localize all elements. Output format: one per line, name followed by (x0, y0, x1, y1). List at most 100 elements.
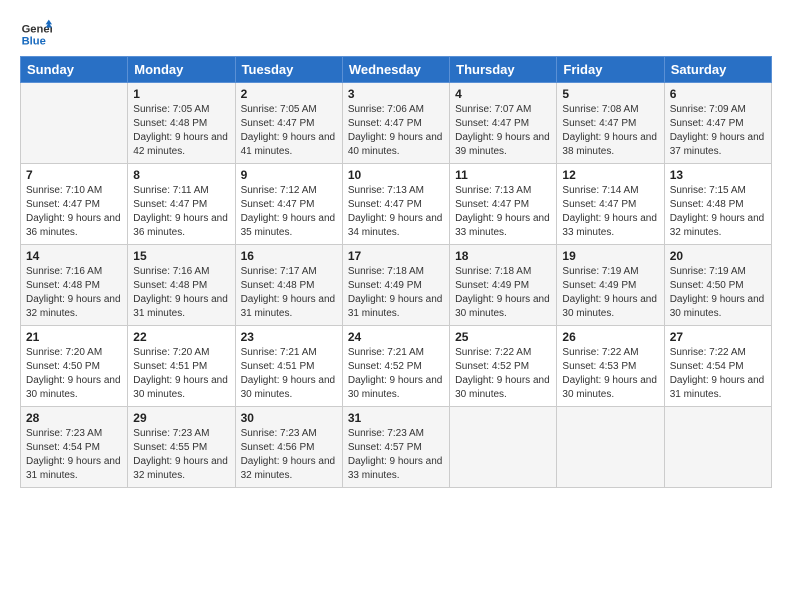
calendar-cell: 16Sunrise: 7:17 AMSunset: 4:48 PMDayligh… (235, 245, 342, 326)
cell-info: Sunrise: 7:23 AMSunset: 4:54 PMDaylight:… (26, 427, 122, 483)
header-day-thursday: Thursday (450, 57, 557, 83)
day-number: 16 (241, 249, 337, 263)
calendar-cell: 20Sunrise: 7:19 AMSunset: 4:50 PMDayligh… (664, 245, 771, 326)
calendar-cell: 13 Sunrise: 7:15 AMSunset: 4:48 PMDayligh… (664, 164, 771, 245)
logo: General Blue (20, 18, 56, 50)
day-number: 31 (348, 411, 444, 425)
calendar-cell (450, 407, 557, 488)
cell-info: Sunrise: 7:21 AMSunset: 4:51 PMDaylight:… (241, 346, 337, 402)
calendar-cell: 12 Sunrise: 7:14 AMSunset: 4:47 PMDayligh… (557, 164, 664, 245)
calendar-cell: 15 Sunrise: 7:16 AMSunset: 4:48 PMDayligh… (128, 245, 235, 326)
cell-info: Sunrise: 7:12 AMSunset: 4:47 PMDaylight:… (241, 184, 337, 240)
calendar-cell (664, 407, 771, 488)
calendar-cell: 10 Sunrise: 7:13 AMSunset: 4:47 PMDayligh… (342, 164, 449, 245)
cell-info: Sunrise: 7:21 AMSunset: 4:52 PMDaylight:… (348, 346, 444, 402)
calendar-cell: 18 Sunrise: 7:18 AMSunset: 4:49 PMDayligh… (450, 245, 557, 326)
day-number: 12 (562, 168, 658, 182)
cell-info: Sunrise: 7:16 AMSunset: 4:48 PMDaylight:… (133, 265, 229, 321)
cell-info: Sunrise: 7:11 AMSunset: 4:47 PMDaylight:… (133, 184, 229, 240)
calendar-cell: 2 Sunrise: 7:05 AMSunset: 4:47 PMDaylight… (235, 83, 342, 164)
cell-info: Sunrise: 7:16 AMSunset: 4:48 PMDaylight:… (26, 265, 122, 321)
header-day-wednesday: Wednesday (342, 57, 449, 83)
week-row-1: 7 Sunrise: 7:10 AMSunset: 4:47 PMDaylight… (21, 164, 772, 245)
calendar-cell: 8 Sunrise: 7:11 AMSunset: 4:47 PMDaylight… (128, 164, 235, 245)
calendar-body: 1Sunrise: 7:05 AMSunset: 4:48 PMDaylight… (21, 83, 772, 488)
day-number: 30 (241, 411, 337, 425)
cell-info: Sunrise: 7:10 AMSunset: 4:47 PMDaylight:… (26, 184, 122, 240)
day-number: 1 (133, 87, 229, 101)
header-day-saturday: Saturday (664, 57, 771, 83)
day-number: 6 (670, 87, 766, 101)
day-number: 17 (348, 249, 444, 263)
day-number: 7 (26, 168, 122, 182)
day-number: 13 (670, 168, 766, 182)
day-number: 2 (241, 87, 337, 101)
calendar-cell: 5 Sunrise: 7:08 AMSunset: 4:47 PMDaylight… (557, 83, 664, 164)
calendar-cell: 21 Sunrise: 7:20 AMSunset: 4:50 PMDayligh… (21, 326, 128, 407)
day-number: 11 (455, 168, 551, 182)
cell-info: Sunrise: 7:13 AMSunset: 4:47 PMDaylight:… (455, 184, 551, 240)
cell-info: Sunrise: 7:22 AMSunset: 4:52 PMDaylight:… (455, 346, 551, 402)
day-number: 26 (562, 330, 658, 344)
cell-info: Sunrise: 7:07 AMSunset: 4:47 PMDaylight:… (455, 103, 551, 159)
calendar-cell (21, 83, 128, 164)
day-number: 25 (455, 330, 551, 344)
day-number: 28 (26, 411, 122, 425)
day-number: 18 (455, 249, 551, 263)
cell-info: Sunrise: 7:18 AMSunset: 4:49 PMDaylight:… (455, 265, 551, 321)
cell-info: Sunrise: 7:20 AMSunset: 4:50 PMDaylight:… (26, 346, 122, 402)
calendar-cell: 27 Sunrise: 7:22 AMSunset: 4:54 PMDayligh… (664, 326, 771, 407)
calendar-cell: 14 Sunrise: 7:16 AMSunset: 4:48 PMDayligh… (21, 245, 128, 326)
calendar-cell: 4 Sunrise: 7:07 AMSunset: 4:47 PMDaylight… (450, 83, 557, 164)
calendar-cell: 25 Sunrise: 7:22 AMSunset: 4:52 PMDayligh… (450, 326, 557, 407)
day-number: 14 (26, 249, 122, 263)
cell-info: Sunrise: 7:13 AMSunset: 4:47 PMDaylight:… (348, 184, 444, 240)
header-day-sunday: Sunday (21, 57, 128, 83)
day-number: 27 (670, 330, 766, 344)
day-number: 9 (241, 168, 337, 182)
cell-info: Sunrise: 7:05 AMSunset: 4:47 PMDaylight:… (241, 103, 337, 159)
day-number: 23 (241, 330, 337, 344)
calendar-cell: 3Sunrise: 7:06 AMSunset: 4:47 PMDaylight… (342, 83, 449, 164)
week-row-4: 28 Sunrise: 7:23 AMSunset: 4:54 PMDayligh… (21, 407, 772, 488)
cell-info: Sunrise: 7:23 AMSunset: 4:57 PMDaylight:… (348, 427, 444, 483)
calendar-cell: 7 Sunrise: 7:10 AMSunset: 4:47 PMDaylight… (21, 164, 128, 245)
calendar-cell: 9 Sunrise: 7:12 AMSunset: 4:47 PMDaylight… (235, 164, 342, 245)
calendar-table: SundayMondayTuesdayWednesdayThursdayFrid… (20, 56, 772, 488)
calendar-cell: 28 Sunrise: 7:23 AMSunset: 4:54 PMDayligh… (21, 407, 128, 488)
calendar-cell: 22 Sunrise: 7:20 AMSunset: 4:51 PMDayligh… (128, 326, 235, 407)
cell-info: Sunrise: 7:08 AMSunset: 4:47 PMDaylight:… (562, 103, 658, 159)
logo-icon: General Blue (20, 18, 52, 50)
day-number: 15 (133, 249, 229, 263)
calendar-cell: 24Sunrise: 7:21 AMSunset: 4:52 PMDayligh… (342, 326, 449, 407)
cell-info: Sunrise: 7:22 AMSunset: 4:53 PMDaylight:… (562, 346, 658, 402)
cell-info: Sunrise: 7:09 AMSunset: 4:47 PMDaylight:… (670, 103, 766, 159)
day-number: 5 (562, 87, 658, 101)
week-row-2: 14 Sunrise: 7:16 AMSunset: 4:48 PMDayligh… (21, 245, 772, 326)
day-number: 4 (455, 87, 551, 101)
cell-info: Sunrise: 7:19 AMSunset: 4:50 PMDaylight:… (670, 265, 766, 321)
cell-info: Sunrise: 7:15 AMSunset: 4:48 PMDaylight:… (670, 184, 766, 240)
calendar-cell: 23 Sunrise: 7:21 AMSunset: 4:51 PMDayligh… (235, 326, 342, 407)
day-number: 22 (133, 330, 229, 344)
day-number: 21 (26, 330, 122, 344)
day-number: 8 (133, 168, 229, 182)
calendar-cell: 26 Sunrise: 7:22 AMSunset: 4:53 PMDayligh… (557, 326, 664, 407)
day-number: 10 (348, 168, 444, 182)
week-row-3: 21 Sunrise: 7:20 AMSunset: 4:50 PMDayligh… (21, 326, 772, 407)
cell-info: Sunrise: 7:19 AMSunset: 4:49 PMDaylight:… (562, 265, 658, 321)
calendar-cell: 17 Sunrise: 7:18 AMSunset: 4:49 PMDayligh… (342, 245, 449, 326)
calendar-cell: 19Sunrise: 7:19 AMSunset: 4:49 PMDayligh… (557, 245, 664, 326)
calendar-header: SundayMondayTuesdayWednesdayThursdayFrid… (21, 57, 772, 83)
cell-info: Sunrise: 7:23 AMSunset: 4:55 PMDaylight:… (133, 427, 229, 483)
calendar-cell: 29Sunrise: 7:23 AMSunset: 4:55 PMDayligh… (128, 407, 235, 488)
cell-info: Sunrise: 7:14 AMSunset: 4:47 PMDaylight:… (562, 184, 658, 240)
calendar-cell: 30Sunrise: 7:23 AMSunset: 4:56 PMDayligh… (235, 407, 342, 488)
day-number: 3 (348, 87, 444, 101)
cell-info: Sunrise: 7:18 AMSunset: 4:49 PMDaylight:… (348, 265, 444, 321)
calendar-cell (557, 407, 664, 488)
cell-info: Sunrise: 7:20 AMSunset: 4:51 PMDaylight:… (133, 346, 229, 402)
header-row-days: SundayMondayTuesdayWednesdayThursdayFrid… (21, 57, 772, 83)
calendar-cell: 1Sunrise: 7:05 AMSunset: 4:48 PMDaylight… (128, 83, 235, 164)
cell-info: Sunrise: 7:22 AMSunset: 4:54 PMDaylight:… (670, 346, 766, 402)
